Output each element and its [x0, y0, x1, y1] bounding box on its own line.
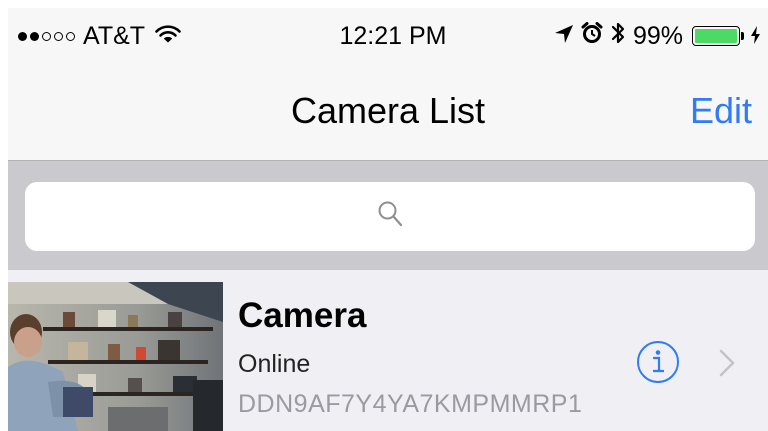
info-icon[interactable] — [636, 340, 680, 384]
search-section — [8, 161, 768, 270]
status-time: 12:21 PM — [339, 22, 447, 50]
screen: AT&T 12:21 PM 99% Camera List Edit Camer… — [8, 8, 768, 431]
status-bar-right: 99% — [554, 20, 760, 53]
signal-dot — [18, 31, 27, 41]
location-arrow-icon — [554, 22, 574, 51]
camera-id: DDN9AF7Y4YA7KMPMMRP1 — [238, 390, 583, 418]
signal-dot — [30, 31, 39, 41]
chevron-right-icon[interactable] — [718, 348, 736, 378]
page-title: Camera List — [290, 90, 486, 131]
battery-tip — [741, 32, 744, 40]
camera-name: Camera — [238, 296, 367, 335]
camera-status: Online — [238, 350, 311, 378]
bluetooth-icon — [610, 20, 626, 53]
signal-strength-icon — [18, 31, 75, 41]
battery-icon — [692, 26, 744, 46]
status-bar: AT&T 12:21 PM 99% — [8, 8, 768, 64]
signal-dot — [54, 31, 63, 41]
search-input[interactable] — [25, 182, 755, 251]
battery-percent: 99% — [632, 21, 683, 50]
carrier-label: AT&T — [83, 21, 146, 50]
wifi-icon — [155, 22, 181, 51]
search-field[interactable] — [25, 182, 755, 251]
navigation-bar: Camera List Edit — [8, 64, 768, 161]
signal-dot — [66, 31, 75, 41]
signal-dot — [42, 31, 51, 41]
battery-body — [692, 26, 740, 46]
alarm-icon — [581, 21, 603, 51]
camera-thumbnail[interactable] — [8, 282, 223, 431]
camera-list-item[interactable]: Camera Online DDN9AF7Y4YA7KMPMMRP1 — [8, 270, 768, 431]
status-bar-left: AT&T — [18, 22, 181, 50]
battery-fill — [695, 29, 737, 43]
edit-button[interactable]: Edit — [690, 90, 752, 132]
charging-bolt-icon — [751, 22, 760, 51]
